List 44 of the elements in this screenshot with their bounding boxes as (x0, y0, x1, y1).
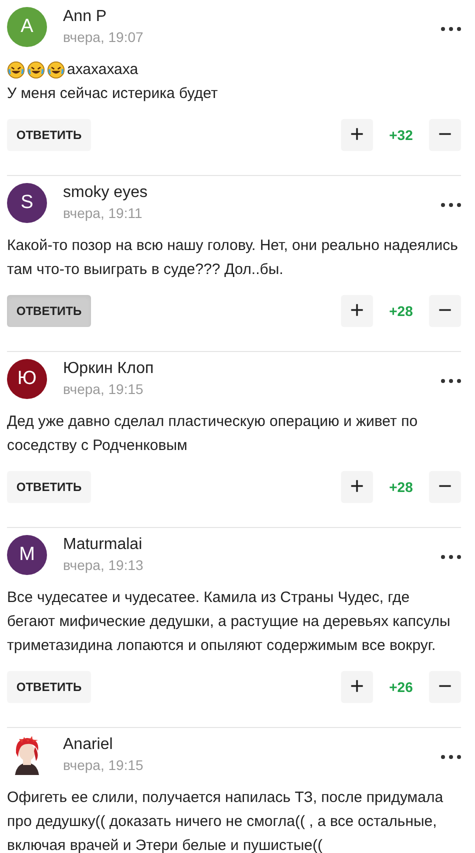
timestamp: вчера, 19:13 (63, 556, 144, 575)
timestamp: вчера, 19:15 (63, 756, 144, 775)
vote-score: +28 (388, 302, 414, 320)
reply-button[interactable]: ОТВЕТИТЬ (7, 295, 91, 327)
upvote-button[interactable]: + (341, 295, 373, 327)
avatar: M (7, 535, 47, 575)
author-name[interactable]: smoky eyes (63, 183, 441, 203)
reply-button[interactable]: ОТВЕТИТЬ (7, 471, 91, 503)
comment-text: У меня сейчас истерика будет (7, 84, 218, 104)
comment-text: Все чудесатее и чудесатее. Камила из Страны Чудес, где бегают мифические дедушки, а растущие на деревьях капсулы триметазидина лопаются и опыляют содержимым все вокруг. (7, 588, 452, 656)
author-name[interactable]: Anariel (63, 735, 441, 755)
downvote-button[interactable]: − (429, 671, 461, 703)
upvote-button[interactable]: + (341, 471, 373, 503)
timestamp: вчера, 19:15 (63, 380, 144, 399)
reply-button[interactable]: ОТВЕТИТЬ (7, 119, 91, 151)
reply-button[interactable]: ОТВЕТИТЬ (7, 671, 91, 703)
laughing-emoji-icon (27, 61, 45, 79)
more-icon[interactable] (441, 26, 461, 32)
downvote-button[interactable]: − (429, 119, 461, 151)
vote-score: +26 (388, 678, 414, 696)
avatar: Ю (7, 359, 47, 399)
comment-text: ахахахаха (67, 60, 138, 80)
author-name[interactable]: Ann P (63, 7, 441, 27)
timestamp: вчера, 19:11 (63, 204, 144, 223)
more-icon[interactable] (441, 378, 461, 384)
laughing-emoji-icon (47, 61, 65, 79)
more-icon[interactable] (441, 754, 461, 760)
upvote-button[interactable]: + (341, 671, 373, 703)
timestamp: вчера, 19:07 (63, 28, 144, 47)
avatar: S (7, 183, 47, 223)
comment-text: Офигеть ее слили, получается напилась ТЗ, после придумала про дедушку(( доказать ничего не смогла(( , а все остальные, включая врачей и Этери белые и пушистые(( (7, 788, 444, 853)
author-name[interactable]: Юркин Клоп (63, 359, 441, 379)
downvote-button[interactable]: − (429, 471, 461, 503)
vote-score: +28 (388, 478, 414, 496)
vote-score: +32 (388, 126, 414, 144)
downvote-button[interactable]: − (429, 295, 461, 327)
more-icon[interactable] (441, 554, 461, 560)
comment-text: Дед уже давно сделал пластическую операцию и живет по соседству с Родченковым (7, 412, 419, 456)
comment-text: Какой-то позор на всю нашу голову. Нет, они реально надеялись там что-то выиграть в суде??? Дол..бы. (7, 236, 459, 280)
upvote-button[interactable]: + (341, 119, 373, 151)
laughing-emoji-icon (7, 61, 25, 79)
avatar: A (7, 7, 47, 47)
more-icon[interactable] (441, 202, 461, 208)
author-name[interactable]: Maturmalai (63, 535, 441, 555)
